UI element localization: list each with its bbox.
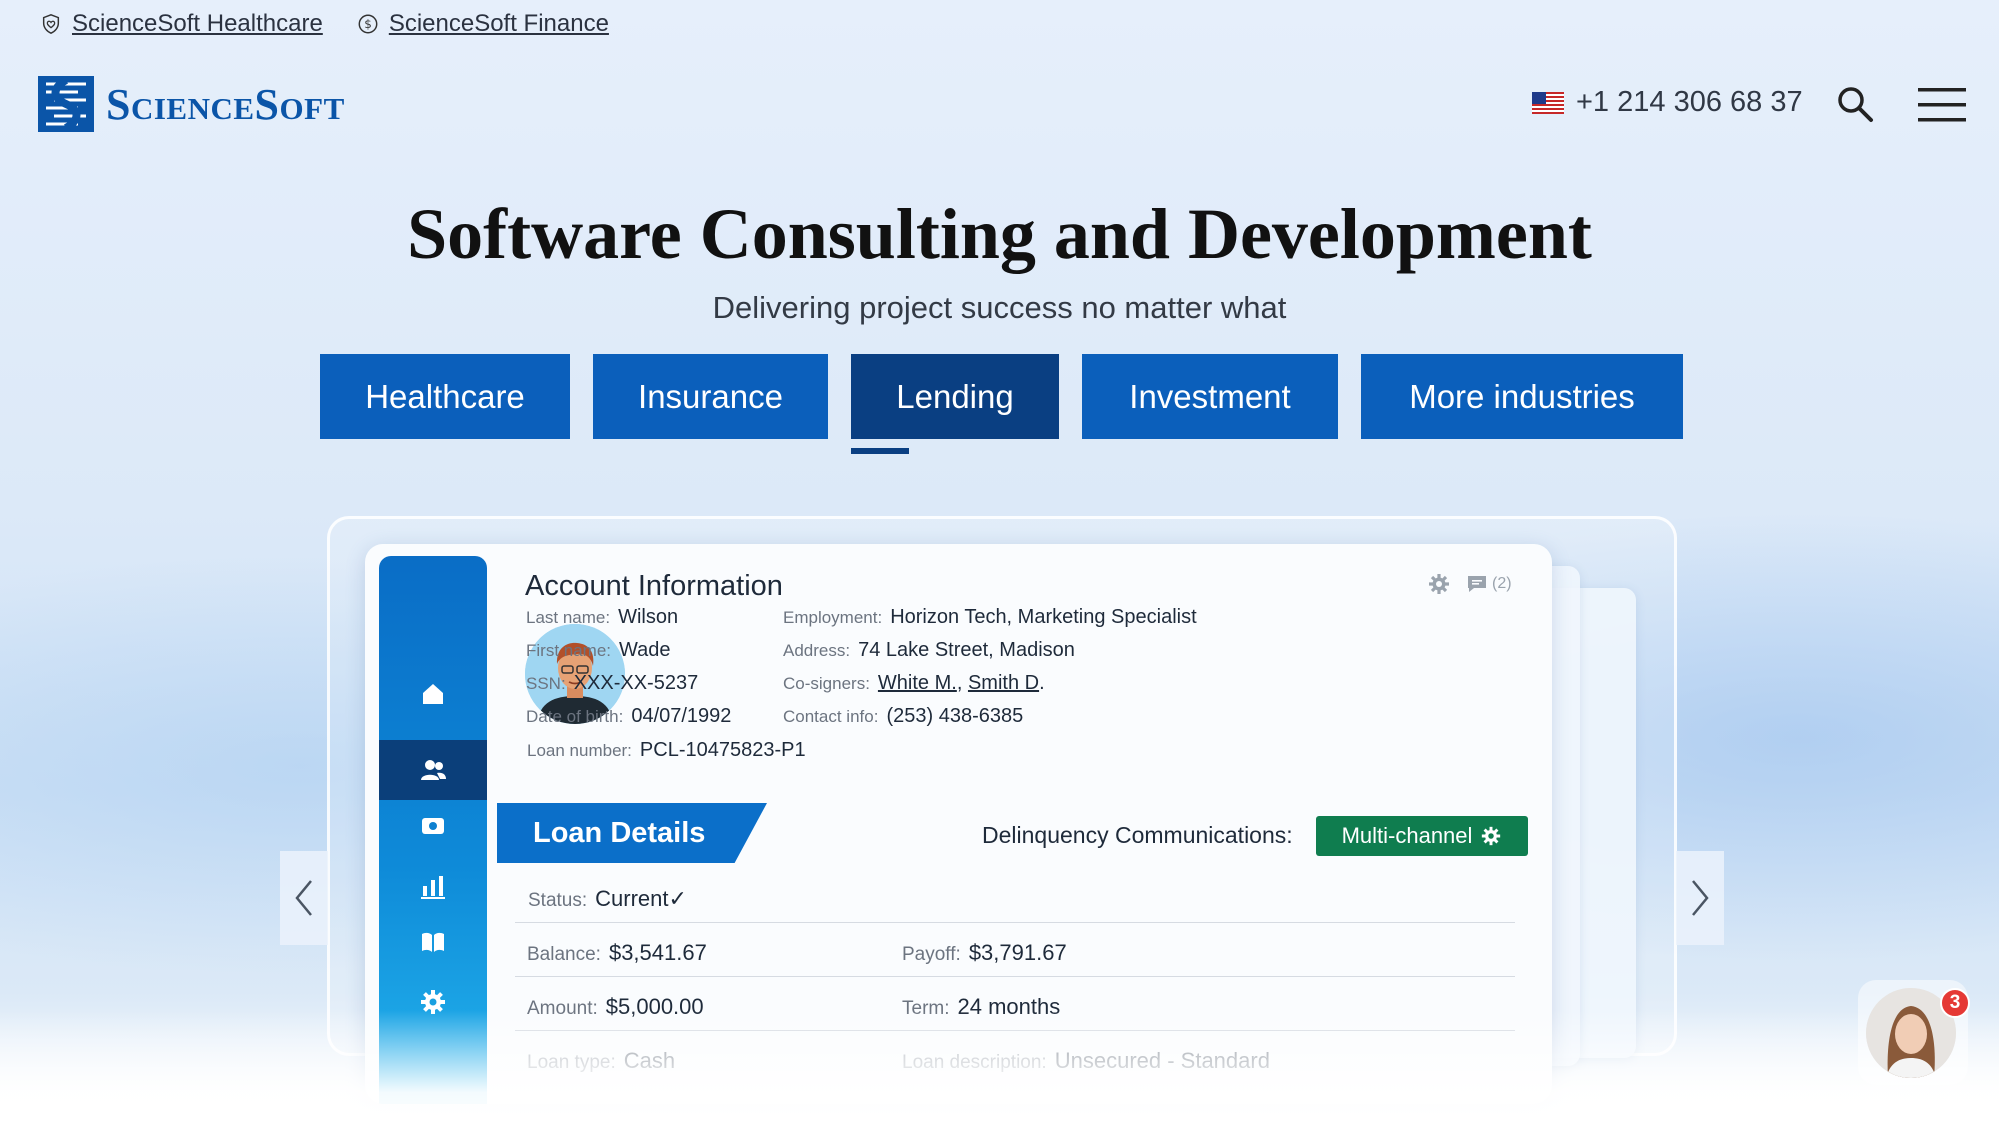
- loan-details-tab[interactable]: Loan Details: [497, 803, 767, 863]
- sidebar-item-users[interactable]: [379, 740, 487, 800]
- notification-badge: 3: [1940, 988, 1970, 1018]
- loan-amount: Amount: $5,000.00: [527, 994, 704, 1019]
- svg-text:$: $: [364, 17, 372, 31]
- field-dob: Date of birth: 04/07/1992: [526, 705, 732, 727]
- chevron-left-icon: [295, 880, 312, 916]
- top-links: ScienceSoft Healthcare $ ScienceSoft Fin…: [40, 10, 609, 38]
- bar-chart-icon: [421, 876, 445, 899]
- sidebar-item-reports[interactable]: [379, 856, 487, 916]
- chevron-right-icon: [1692, 880, 1709, 916]
- field-ssn: SSN: XXX-XX-5237: [526, 672, 699, 694]
- phone-text: +1 214 306 68 37: [1576, 86, 1803, 118]
- multi-channel-label: Multi-channel: [1341, 823, 1473, 848]
- tab-healthcare[interactable]: Healthcare: [320, 354, 570, 439]
- comment-icon: [1468, 576, 1486, 592]
- page-title: Software Consulting and Development: [407, 194, 1592, 274]
- industry-tabs: Healthcare Insurance Lending Investment …: [320, 354, 1683, 454]
- field-last-name: Last name: Wilson: [526, 606, 679, 628]
- comments-button[interactable]: (2): [1465, 572, 1512, 596]
- logo[interactable]: ScienceSoft: [38, 76, 345, 132]
- field-loan-number: Loan number: PCL-10475823-P1: [527, 739, 806, 761]
- tab-label: More industries: [1409, 377, 1635, 415]
- book-icon: [422, 932, 444, 952]
- card-tools: (2): [1427, 572, 1512, 596]
- tab-lending[interactable]: Lending: [851, 354, 1059, 454]
- field-cosigners: Co-signers: White M., Smith D.: [783, 672, 1045, 694]
- sidebar-item-settings[interactable]: [379, 972, 487, 1032]
- cosigner-link[interactable]: Smith D: [968, 672, 1039, 694]
- chat-widget[interactable]: 3: [1858, 980, 1970, 1085]
- sciencesoft-logo-icon: [38, 76, 94, 132]
- sidebar-item-docs[interactable]: [379, 912, 487, 972]
- top-link-label: ScienceSoft Healthcare: [72, 10, 323, 37]
- top-link-healthcare[interactable]: ScienceSoft Healthcare: [40, 10, 323, 38]
- loan-term: Term: 24 months: [902, 994, 1061, 1019]
- tab-more-industries[interactable]: More industries: [1361, 354, 1683, 439]
- loan-type: Loan type: Cash: [527, 1048, 676, 1073]
- cosigner-link[interactable]: White M.: [878, 672, 957, 694]
- divider: [515, 976, 1515, 977]
- divider: [515, 1030, 1515, 1031]
- gear-icon[interactable]: [1427, 572, 1451, 596]
- field-address: Address: 74 Lake Street, Madison: [783, 639, 1075, 661]
- phone-number[interactable]: +1 214 306 68 37: [1532, 86, 1803, 119]
- home-icon: [423, 684, 443, 704]
- tab-label: Healthcare: [365, 377, 525, 415]
- card-sidebar: [379, 556, 487, 1104]
- sidebar-item-home[interactable]: [379, 664, 487, 724]
- field-first-name: First name: Wade: [526, 639, 671, 661]
- account-info-title: Account Information: [525, 570, 783, 602]
- tab-investment[interactable]: Investment: [1082, 354, 1338, 439]
- tab-insurance[interactable]: Insurance: [593, 354, 828, 439]
- divider: [515, 922, 1515, 923]
- sidebar-item-loans[interactable]: [379, 796, 487, 856]
- tab-label: Insurance: [638, 377, 783, 415]
- loan-status: Status: Current✓: [528, 886, 687, 911]
- tab-label: Investment: [1129, 377, 1291, 415]
- search-icon[interactable]: [1835, 84, 1875, 124]
- heart-shield-icon: [42, 14, 60, 34]
- page-subtitle: Delivering project success no matter wha…: [712, 290, 1287, 325]
- money-stack-icon: [422, 818, 444, 834]
- loan-balance: Balance: $3,541.67: [527, 940, 707, 965]
- multi-channel-button[interactable]: Multi-channel: [1316, 816, 1528, 856]
- carousel-prev-button[interactable]: [280, 851, 328, 945]
- carousel-next-button[interactable]: [1676, 851, 1724, 945]
- logo-text: ScienceSoft: [106, 79, 345, 129]
- users-icon: [421, 760, 446, 780]
- tab-label: Lending: [896, 377, 1014, 415]
- dollar-coin-icon: $: [358, 14, 378, 34]
- delinquency-label: Delinquency Communications:: [982, 822, 1293, 848]
- gear-icon: [1482, 826, 1501, 846]
- loan-description: Loan description: Unsecured - Standard: [902, 1048, 1270, 1073]
- active-tab-indicator: [851, 448, 909, 454]
- comments-count: (2): [1492, 575, 1512, 592]
- top-link-label: ScienceSoft Finance: [388, 10, 609, 37]
- gear-icon: [421, 990, 445, 1014]
- account-card: Account Information (2) Last name: Wilson…: [365, 544, 1552, 1104]
- field-contact-info: Contact info: (253) 438-6385: [783, 705, 1024, 727]
- field-employment: Employment: Horizon Tech, Marketing Speci…: [783, 606, 1197, 628]
- loan-payoff: Payoff: $3,791.67: [902, 940, 1067, 965]
- hamburger-menu-icon[interactable]: [1918, 86, 1966, 124]
- us-flag-icon: [1532, 91, 1564, 114]
- top-link-finance[interactable]: $ ScienceSoft Finance: [357, 10, 609, 38]
